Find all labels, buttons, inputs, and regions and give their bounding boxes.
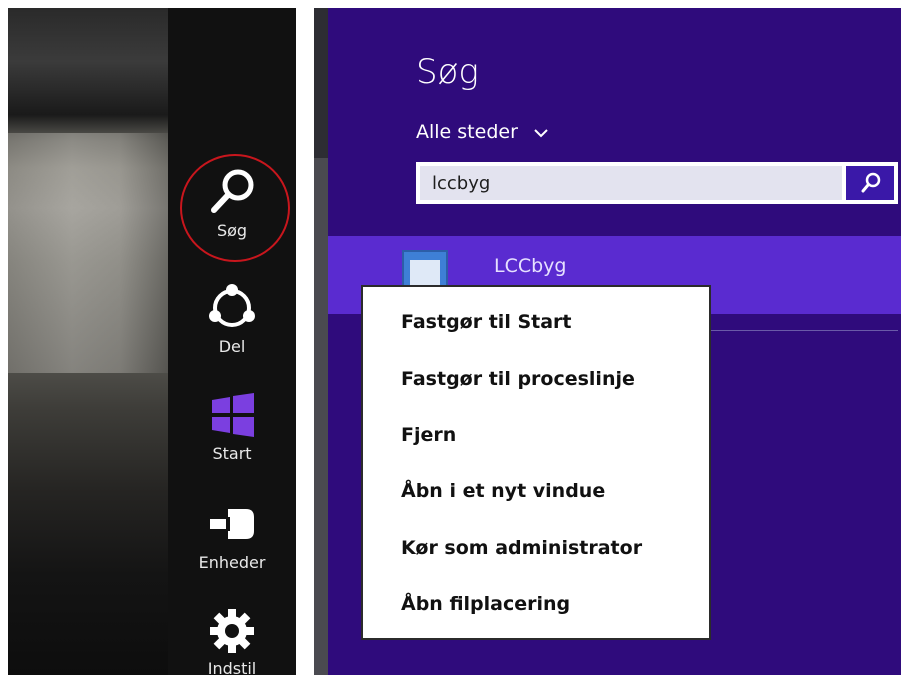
charm-label-settings: Indstil (207, 659, 257, 675)
charm-label-devices: Enheder (198, 553, 266, 572)
search-scope-dropdown[interactable]: Alle steder (416, 121, 550, 143)
menu-item-pin-to-start[interactable]: Fastgør til Start (401, 311, 571, 333)
chevron-down-icon (534, 128, 548, 137)
charm-start[interactable]: Start (168, 390, 296, 463)
search-icon (861, 172, 881, 193)
search-pane-title: Søg (416, 52, 479, 92)
windows-logo-icon (212, 393, 254, 437)
context-menu: Fastgør til Start Fastgør til proceslinj… (361, 285, 711, 640)
search-button[interactable] (846, 166, 894, 200)
charm-devices[interactable]: Enheder (168, 499, 296, 572)
charm-label-start: Start (212, 444, 252, 463)
charm-label-share: Del (218, 337, 246, 356)
share-icon (209, 284, 255, 327)
menu-item-run-as-admin[interactable]: Kør som administrator (401, 537, 642, 559)
menu-item-pin-to-taskbar[interactable]: Fastgør til proceslinje (401, 368, 635, 390)
devices-icon (210, 509, 254, 539)
search-result-label: LCCbyg (494, 255, 567, 277)
desktop-background-highlight (8, 133, 168, 373)
search-scope-label: Alle steder (416, 121, 518, 143)
screen-edge-top (314, 8, 328, 158)
charm-settings[interactable]: Indstil (168, 607, 296, 675)
charms-bar: Søg Del Start Enheder Indstil (168, 8, 296, 675)
search-input[interactable] (420, 166, 842, 200)
left-screenshot: Søg Del Start Enheder Indstil (8, 8, 296, 675)
red-highlight-circle (180, 154, 290, 262)
menu-item-open-file-location[interactable]: Åbn filplacering (401, 593, 570, 615)
gear-icon (210, 609, 254, 653)
search-box (416, 162, 898, 204)
menu-item-remove[interactable]: Fjern (401, 424, 456, 446)
charm-share[interactable]: Del (168, 283, 296, 356)
menu-item-open-new-window[interactable]: Åbn i et nyt vindue (401, 480, 605, 502)
